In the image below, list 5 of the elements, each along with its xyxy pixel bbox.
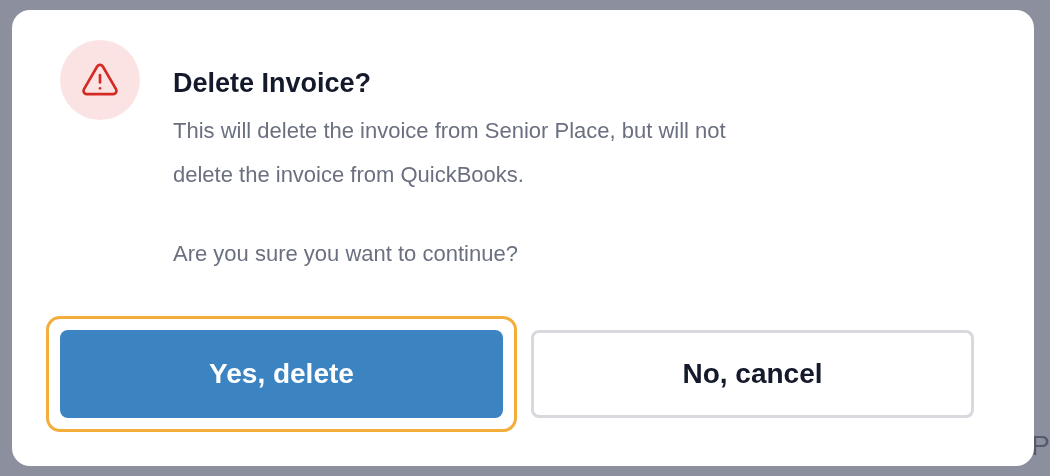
dialog-title: Delete Invoice? xyxy=(173,68,373,99)
dialog-message: Are you sure you want to continue? xyxy=(173,240,519,268)
cancel-button[interactable]: No, cancel xyxy=(531,330,974,418)
delete-button[interactable]: Yes, delete xyxy=(60,330,503,418)
dialog-message: This will delete the invoice from Senior Place, but will not delete the invoice from QuickBooks. xyxy=(173,117,727,189)
